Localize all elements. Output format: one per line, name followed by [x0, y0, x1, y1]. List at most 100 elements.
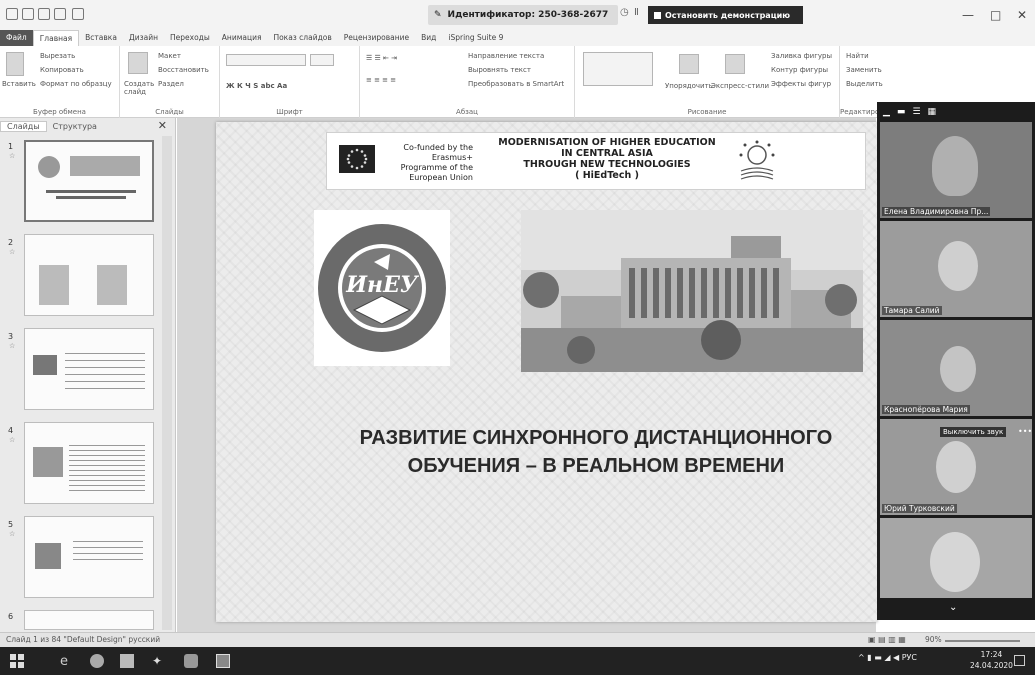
pause-icon[interactable]: Ⅱ — [634, 7, 639, 18]
save-icon[interactable] — [22, 8, 34, 20]
arrange-icon[interactable] — [679, 54, 699, 74]
zoom-slider[interactable] — [945, 640, 1020, 642]
shapes-gallery[interactable] — [583, 52, 653, 86]
participant-video — [940, 346, 976, 392]
new-slide-icon[interactable] — [128, 52, 148, 74]
participant-tile[interactable]: Елена Владимировна Пр... — [880, 122, 1032, 218]
timer-icon[interactable]: ◷ — [620, 7, 629, 18]
file-explorer-icon[interactable] — [120, 654, 134, 668]
title-bar: ✎ Идентификатор: 250-368-2677 ◷ Ⅱ Остано… — [0, 0, 1035, 30]
font-family-select[interactable] — [226, 54, 306, 66]
panel-scrollbar[interactable] — [162, 136, 172, 630]
zoom-level[interactable]: 90% — [925, 635, 942, 644]
thumb-text — [73, 541, 143, 565]
eu-cofunded-text: Co-funded by the Erasmus+ Programme of t… — [400, 143, 473, 182]
participant-tile[interactable]: Тамара Салий — [880, 221, 1032, 317]
tab-insert[interactable]: Вставка — [79, 30, 123, 46]
participant-tile[interactable]: Выключить звук ••• Юрий Турковский — [880, 419, 1032, 515]
edge-icon[interactable]: e — [60, 654, 74, 669]
align-buttons[interactable]: ≡ ≡ ≡ ≡ — [366, 76, 396, 84]
slide-title[interactable]: РАЗВИТИЕ СИНХРОННОГО ДИСТАНЦИОННОГО ОБУЧ… — [316, 424, 876, 480]
reset-button[interactable]: Восстановить — [158, 66, 209, 74]
tab-design[interactable]: Дизайн — [123, 30, 164, 46]
thumb-text — [65, 353, 145, 393]
slide-thumbnail[interactable] — [24, 140, 154, 222]
powerpoint-taskbar-icon[interactable] — [216, 654, 230, 668]
notifications-icon[interactable] — [1014, 655, 1025, 666]
participant-tile[interactable] — [880, 518, 1032, 598]
undo-icon[interactable] — [38, 8, 50, 20]
network-icon[interactable]: ▬ — [874, 653, 882, 662]
tab-home[interactable]: Главная — [32, 30, 80, 46]
align-text-button[interactable]: Выровнять текст — [468, 66, 531, 74]
app-icon[interactable]: ✦ — [152, 654, 166, 668]
redo-icon[interactable] — [54, 8, 66, 20]
tab-outline[interactable]: Структура — [47, 122, 103, 131]
customize-toolbar-icon[interactable] — [72, 8, 84, 20]
bullets-button[interactable]: ☰ ☰ ⇤ ⇥ — [366, 54, 397, 62]
slide-thumbnail[interactable] — [24, 328, 154, 410]
slide-number: 5 — [8, 520, 14, 529]
volume-icon[interactable]: ◀ — [893, 653, 899, 662]
maximize-button[interactable]: □ — [990, 8, 1001, 22]
tab-file[interactable]: Файл — [0, 30, 33, 46]
bold-button[interactable]: Ж К Ч S abc Aa — [226, 82, 287, 90]
chrome-icon[interactable] — [90, 654, 104, 668]
smartart-button[interactable]: Преобразовать в SmartArt — [468, 80, 564, 88]
quick-styles-button[interactable]: Экспресс-стили — [711, 82, 769, 90]
arrange-button[interactable]: Упорядочить — [665, 82, 713, 90]
tab-slideshow[interactable]: Показ слайдов — [267, 30, 337, 46]
close-button[interactable]: ✕ — [1017, 8, 1027, 22]
slide-thumbnail[interactable] — [24, 610, 154, 630]
cut-button[interactable]: Вырезать — [40, 52, 75, 60]
wifi-icon[interactable]: ◢ — [884, 653, 890, 662]
paste-icon[interactable] — [6, 52, 24, 76]
language-indicator[interactable]: РУС — [902, 653, 917, 662]
slide-thumbnail[interactable] — [24, 516, 154, 598]
copy-button[interactable]: Копировать — [40, 66, 84, 74]
shape-outline-button[interactable]: Контур фигуры — [771, 66, 828, 74]
shape-effects-button[interactable]: Эффекты фигур — [771, 80, 831, 88]
chevron-up-icon[interactable]: ^ — [858, 653, 865, 662]
stop-demo-button[interactable]: Остановить демонстрацию — [648, 6, 803, 24]
minimize-video-icon[interactable]: ▁ — [883, 107, 890, 117]
view-buttons[interactable]: ▣ ▤ ▥ ▦ — [868, 635, 906, 644]
tab-review[interactable]: Рецензирование — [338, 30, 415, 46]
more-options-icon[interactable]: ••• — [1018, 427, 1032, 436]
font-size-select[interactable] — [310, 54, 334, 66]
format-painter-button[interactable]: Формат по образцу — [40, 80, 112, 88]
paste-button[interactable]: Вставить — [2, 80, 36, 88]
close-panel-icon[interactable]: ✕ — [158, 119, 167, 132]
tab-slides[interactable]: Слайды — [0, 120, 47, 132]
text-direction-button[interactable]: Направление текста — [468, 52, 544, 60]
chevron-down-icon[interactable]: ⌄ — [949, 602, 957, 613]
tab-ispring[interactable]: iSpring Suite 9 — [442, 30, 509, 46]
hide-video-icon[interactable]: ▬ — [897, 107, 906, 117]
replace-button[interactable]: Заменить — [846, 66, 882, 74]
tab-animation[interactable]: Анимация — [216, 30, 268, 46]
tab-transitions[interactable]: Переходы — [164, 30, 216, 46]
powerpoint-icon[interactable] — [6, 8, 18, 20]
new-slide-button[interactable]: Создать слайд — [124, 80, 154, 96]
tab-view[interactable]: Вид — [415, 30, 442, 46]
clock[interactable]: 17:24 24.04.2020 — [970, 649, 1013, 671]
mute-tooltip[interactable]: Выключить звук — [940, 427, 1007, 437]
slide-thumbnail[interactable] — [24, 234, 154, 316]
minimize-button[interactable]: — — [962, 8, 974, 22]
find-button[interactable]: Найти — [846, 52, 869, 60]
zoom-app-icon[interactable] — [184, 654, 198, 668]
strip-view-icon[interactable]: ☰ — [912, 107, 920, 117]
shield-icon[interactable]: ▮ — [867, 653, 871, 662]
quick-styles-icon[interactable] — [725, 54, 745, 74]
participant-tile[interactable]: Краснопёрова Мария — [880, 320, 1032, 416]
video-panel: ▁ ▬ ☰ ▦ Елена Владимировна Пр... Тамара … — [877, 102, 1035, 620]
select-button[interactable]: Выделить — [846, 80, 883, 88]
layout-button[interactable]: Макет — [158, 52, 181, 60]
windows-start-icon[interactable] — [10, 654, 24, 668]
section-button[interactable]: Раздел — [158, 80, 184, 88]
slide-number: 4 — [8, 426, 14, 435]
gallery-view-icon[interactable]: ▦ — [928, 107, 937, 117]
shape-fill-button[interactable]: Заливка фигуры — [771, 52, 832, 60]
slide-thumbnail[interactable] — [24, 422, 154, 504]
slide-canvas[interactable]: Co-funded by the Erasmus+ Programme of t… — [216, 122, 877, 622]
